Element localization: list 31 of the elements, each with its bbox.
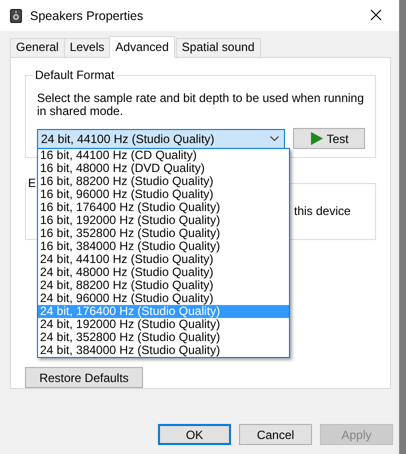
test-button[interactable]: Test — [293, 128, 365, 149]
chevron-icon — [270, 136, 280, 141]
dropdown-option[interactable]: 16 bit, 176400 Hz (Studio Quality) — [38, 201, 289, 214]
description-text: Select the sample rate and bit depth to be used when running in shared mode. — [37, 92, 365, 118]
dropdown-option[interactable]: 24 bit, 48000 Hz (Studio Quality) — [38, 266, 289, 279]
dropdown-option[interactable]: 16 bit, 96000 Hz (Studio Quality) — [38, 188, 289, 201]
speaker-icon — [10, 8, 22, 22]
dialog-button[interactable]: Cancel — [239, 424, 312, 445]
dropdown-option[interactable]: 24 bit, 384000 Hz (Studio Quality) — [38, 344, 289, 357]
dropdown-option[interactable]: 24 bit, 44100 Hz (Studio Quality) — [38, 253, 289, 266]
dialog-button[interactable]: OK — [158, 424, 231, 445]
play-icon — [310, 132, 323, 145]
dropdown-option[interactable]: 16 bit, 384000 Hz (Studio Quality) — [38, 240, 289, 253]
group-text: this device — [294, 204, 351, 218]
dropdown-option[interactable]: 16 bit, 48000 Hz (DVD Quality) — [38, 162, 289, 175]
dropdown-option[interactable]: 24 bit, 352800 Hz (Studio Quality) — [38, 331, 289, 344]
tab[interactable]: Advanced — [109, 36, 175, 58]
tab[interactable]: General — [10, 38, 65, 57]
dropdown-option[interactable]: 24 bit, 96000 Hz (Studio Quality) — [38, 292, 289, 305]
tab[interactable]: Spatial sound — [176, 38, 260, 57]
dropdown-option[interactable]: 16 bit, 352800 Hz (Studio Quality) — [38, 227, 289, 240]
dropdown-option[interactable]: 16 bit, 44100 Hz (CD Quality) — [38, 149, 289, 162]
group-title: Default Format — [33, 68, 116, 82]
dropdown-option[interactable]: 16 bit, 88200 Hz (Studio Quality) — [38, 175, 289, 188]
window-title: Speakers Properties — [30, 8, 144, 22]
dropdown-option[interactable]: 16 bit, 192000 Hz (Studio Quality) — [38, 214, 289, 227]
group-title: E — [27, 176, 38, 190]
restore-defaults-button[interactable]: Restore Defaults — [25, 367, 143, 388]
dropdown-option[interactable]: 24 bit, 192000 Hz (Studio Quality) — [38, 318, 289, 331]
format-dropdown[interactable]: 24 bit, 44100 Hz (Studio Quality) — [37, 128, 286, 148]
dropdown-option[interactable]: 24 bit, 88200 Hz (Studio Quality) — [38, 279, 289, 292]
